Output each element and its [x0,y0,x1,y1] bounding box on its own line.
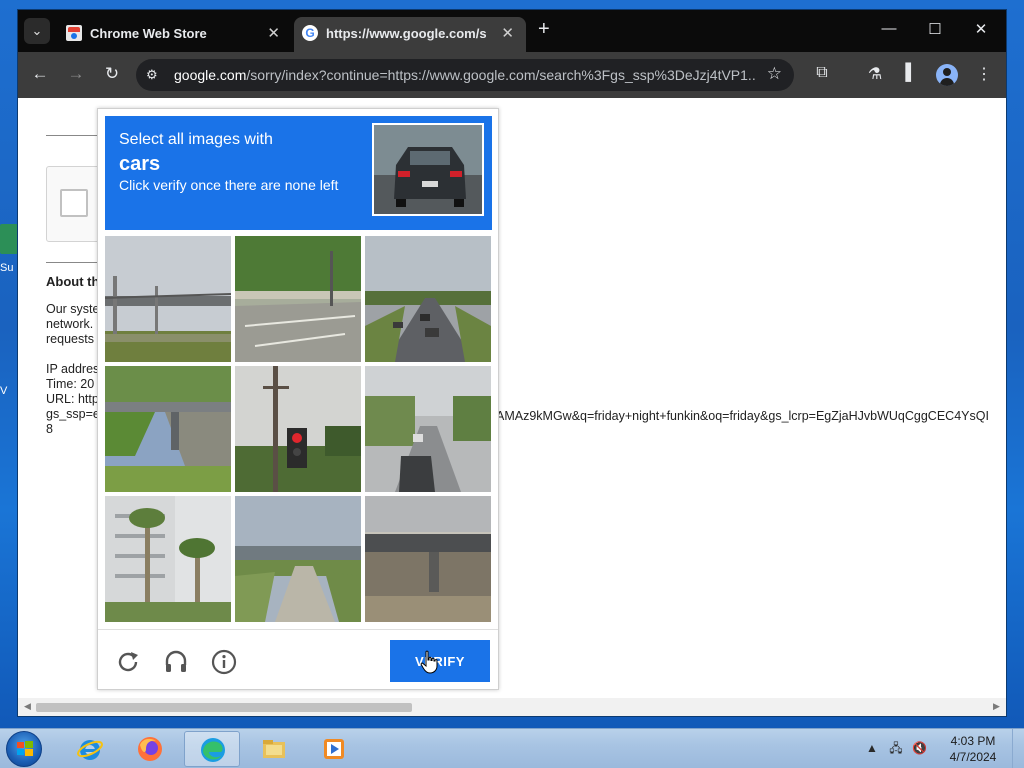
captcha-tile[interactable] [365,366,491,492]
scrollbar-thumb[interactable] [36,703,412,712]
horizontal-scrollbar[interactable]: ◀ ▶ [18,698,1006,716]
show-desktop-button[interactable] [1012,729,1024,768]
menu-kebab-icon[interactable]: ⋮ [972,64,996,84]
browser-toolbar: ← → ↻ ⚙ google.com/sorry/index?continue=… [18,52,1006,98]
desktop-icon-partial[interactable] [0,224,18,254]
meta-line: URL: http [46,392,99,406]
captcha-instruction-sub: Click verify once there are none left [119,177,339,193]
scroll-left-icon[interactable]: ◀ [24,701,31,712]
taskbar-app-explorer[interactable] [246,731,302,767]
meta-line: IP addres [46,362,100,376]
captcha-footer: VERIFY [98,629,498,689]
google-icon [302,25,318,41]
tab-search-button[interactable]: ⌄ [24,18,50,44]
address-bar[interactable]: ⚙ google.com/sorry/index?continue=https:… [136,59,794,91]
taskbar-app-ie[interactable] [62,731,118,767]
captcha-target-word: cars [119,153,161,175]
captcha-tile[interactable] [365,236,491,362]
captcha-tile[interactable] [365,496,491,622]
hand-cursor-icon [420,650,438,674]
scroll-right-icon[interactable]: ▶ [993,701,1000,712]
new-tab-button[interactable]: + [538,18,550,41]
media-player-icon [324,739,344,759]
chrome-web-store-icon [66,25,82,41]
captcha-challenge: Select all images with cars Click verify… [97,108,499,690]
tab-google-search[interactable]: https://www.google.com/search ✕ [294,17,526,52]
desktop-icon-label: Su [0,262,14,274]
network-icon[interactable]: 🖧 [889,741,902,755]
captcha-tile[interactable] [105,366,231,492]
meta-line: 8 [46,422,53,436]
tab-label: Chrome Web Store [90,26,207,41]
taskbar: ▲ 🖧 🔇 4:03 PM 4/7/2024 [0,728,1024,768]
about-heading: About th [46,274,100,289]
internet-explorer-icon [77,740,103,760]
paragraph-line: network. [46,317,94,331]
site-info-icon[interactable]: ⚙ [146,67,162,83]
captcha-tile[interactable] [105,496,231,622]
volume-muted-icon[interactable]: 🔇 [912,741,927,755]
paragraph-line: Our syste [46,302,100,316]
maximize-button[interactable]: ☐ [912,20,958,38]
tab-label: https://www.google.com/search [326,26,486,41]
forward-button[interactable]: → [64,64,88,84]
captcha-image-grid [105,236,492,623]
profile-avatar-icon[interactable] [936,64,958,86]
audio-challenge-icon[interactable] [162,648,190,676]
clock-date: 4/7/2024 [949,750,997,764]
taskbar-app-edge[interactable] [184,731,240,767]
url-text[interactable]: google.com/sorry/index?continue=https://… [174,67,756,83]
captcha-tile[interactable] [105,236,231,362]
windows-logo-icon [17,741,33,756]
side-panel-icon[interactable]: ▌ [899,64,923,82]
verify-button[interactable]: VERIFY [390,640,490,682]
system-tray: ▲ 🖧 🔇 [866,739,927,760]
firefox-icon [138,737,162,761]
desktop-icon-label: V [0,385,8,397]
captcha-tile[interactable] [235,366,361,492]
meta-line: gs_ssp=e [46,407,100,421]
close-tab-icon[interactable]: ✕ [501,24,514,42]
taskbar-app-media[interactable] [306,731,362,767]
bookmark-star-icon[interactable]: ☆ [767,64,782,84]
info-icon[interactable] [210,648,238,676]
paragraph-line: requests [46,332,94,346]
captcha-tile[interactable] [235,496,361,622]
taskbar-app-firefox[interactable] [122,731,178,767]
extensions-icon[interactable]: ⧉ [810,64,834,82]
file-explorer-icon [263,740,285,758]
minimize-button[interactable]: — [866,20,912,37]
show-hidden-icons-arrow[interactable]: ▲ [866,741,878,755]
clock-time: 4:03 PM [950,734,996,748]
title-bar: ⌄ Chrome Web Store ✕ https://www.google.… [18,10,1006,52]
meta-line: Time: 20 [46,377,95,391]
captcha-instruction: Select all images with [119,131,273,148]
tab-chrome-web-store[interactable]: Chrome Web Store ✕ [58,17,292,52]
clock[interactable]: 4:03 PM 4/7/2024 [946,733,1000,765]
captcha-header: Select all images with cars Click verify… [105,116,492,230]
sample-car-image [372,123,484,216]
start-button[interactable] [6,731,42,767]
close-window-button[interactable]: ✕ [958,20,1004,38]
back-button[interactable]: ← [28,64,52,84]
reload-challenge-icon[interactable] [114,648,142,676]
close-tab-icon[interactable]: ✕ [267,24,280,42]
labs-flask-icon[interactable]: ⚗ [863,64,887,84]
url-continuation-text: AMAz9kMGw&q=friday+night+funkin&oq=frida… [496,409,989,423]
reload-button[interactable]: ↻ [100,64,124,84]
recaptcha-checkbox[interactable] [60,189,88,217]
edge-icon [201,738,225,762]
captcha-tile[interactable] [235,236,361,362]
